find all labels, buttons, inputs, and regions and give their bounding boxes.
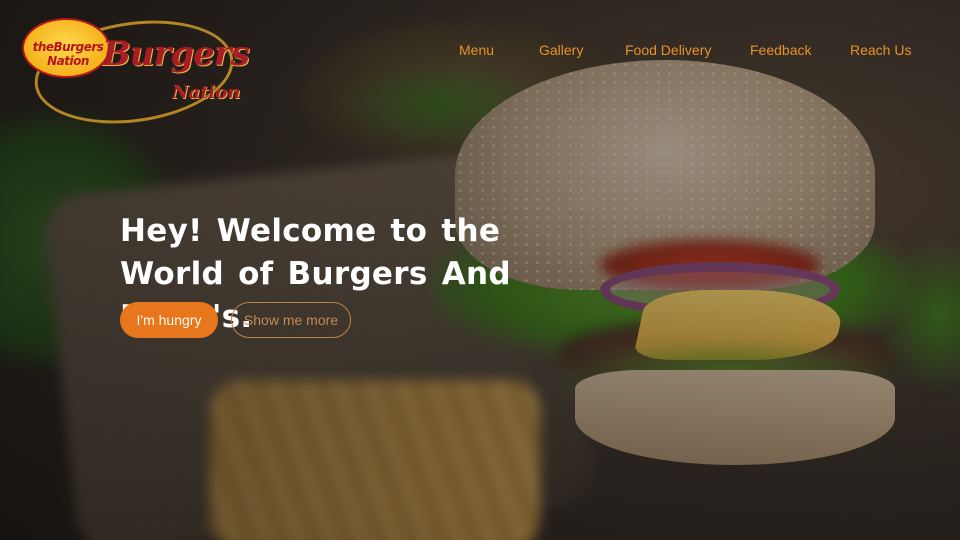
nav-link-food-delivery[interactable]: Food Delivery	[625, 42, 711, 58]
nav-link-gallery[interactable]: Gallery	[539, 42, 583, 58]
nav-link-menu[interactable]: Menu	[459, 42, 494, 58]
nav-link-feedback[interactable]: Feedback	[750, 42, 811, 58]
show-me-more-button[interactable]: Show me more	[231, 302, 351, 338]
main-nav: Menu Gallery Food Delivery Feedback Reac…	[0, 42, 960, 64]
nav-link-reach-us[interactable]: Reach Us	[850, 42, 911, 58]
im-hungry-button[interactable]: I'm hungry	[120, 302, 218, 338]
brand-logo[interactable]: theBurgers Nation Burgers Nation	[22, 8, 250, 136]
logo-subtitle: Nation	[172, 82, 241, 103]
